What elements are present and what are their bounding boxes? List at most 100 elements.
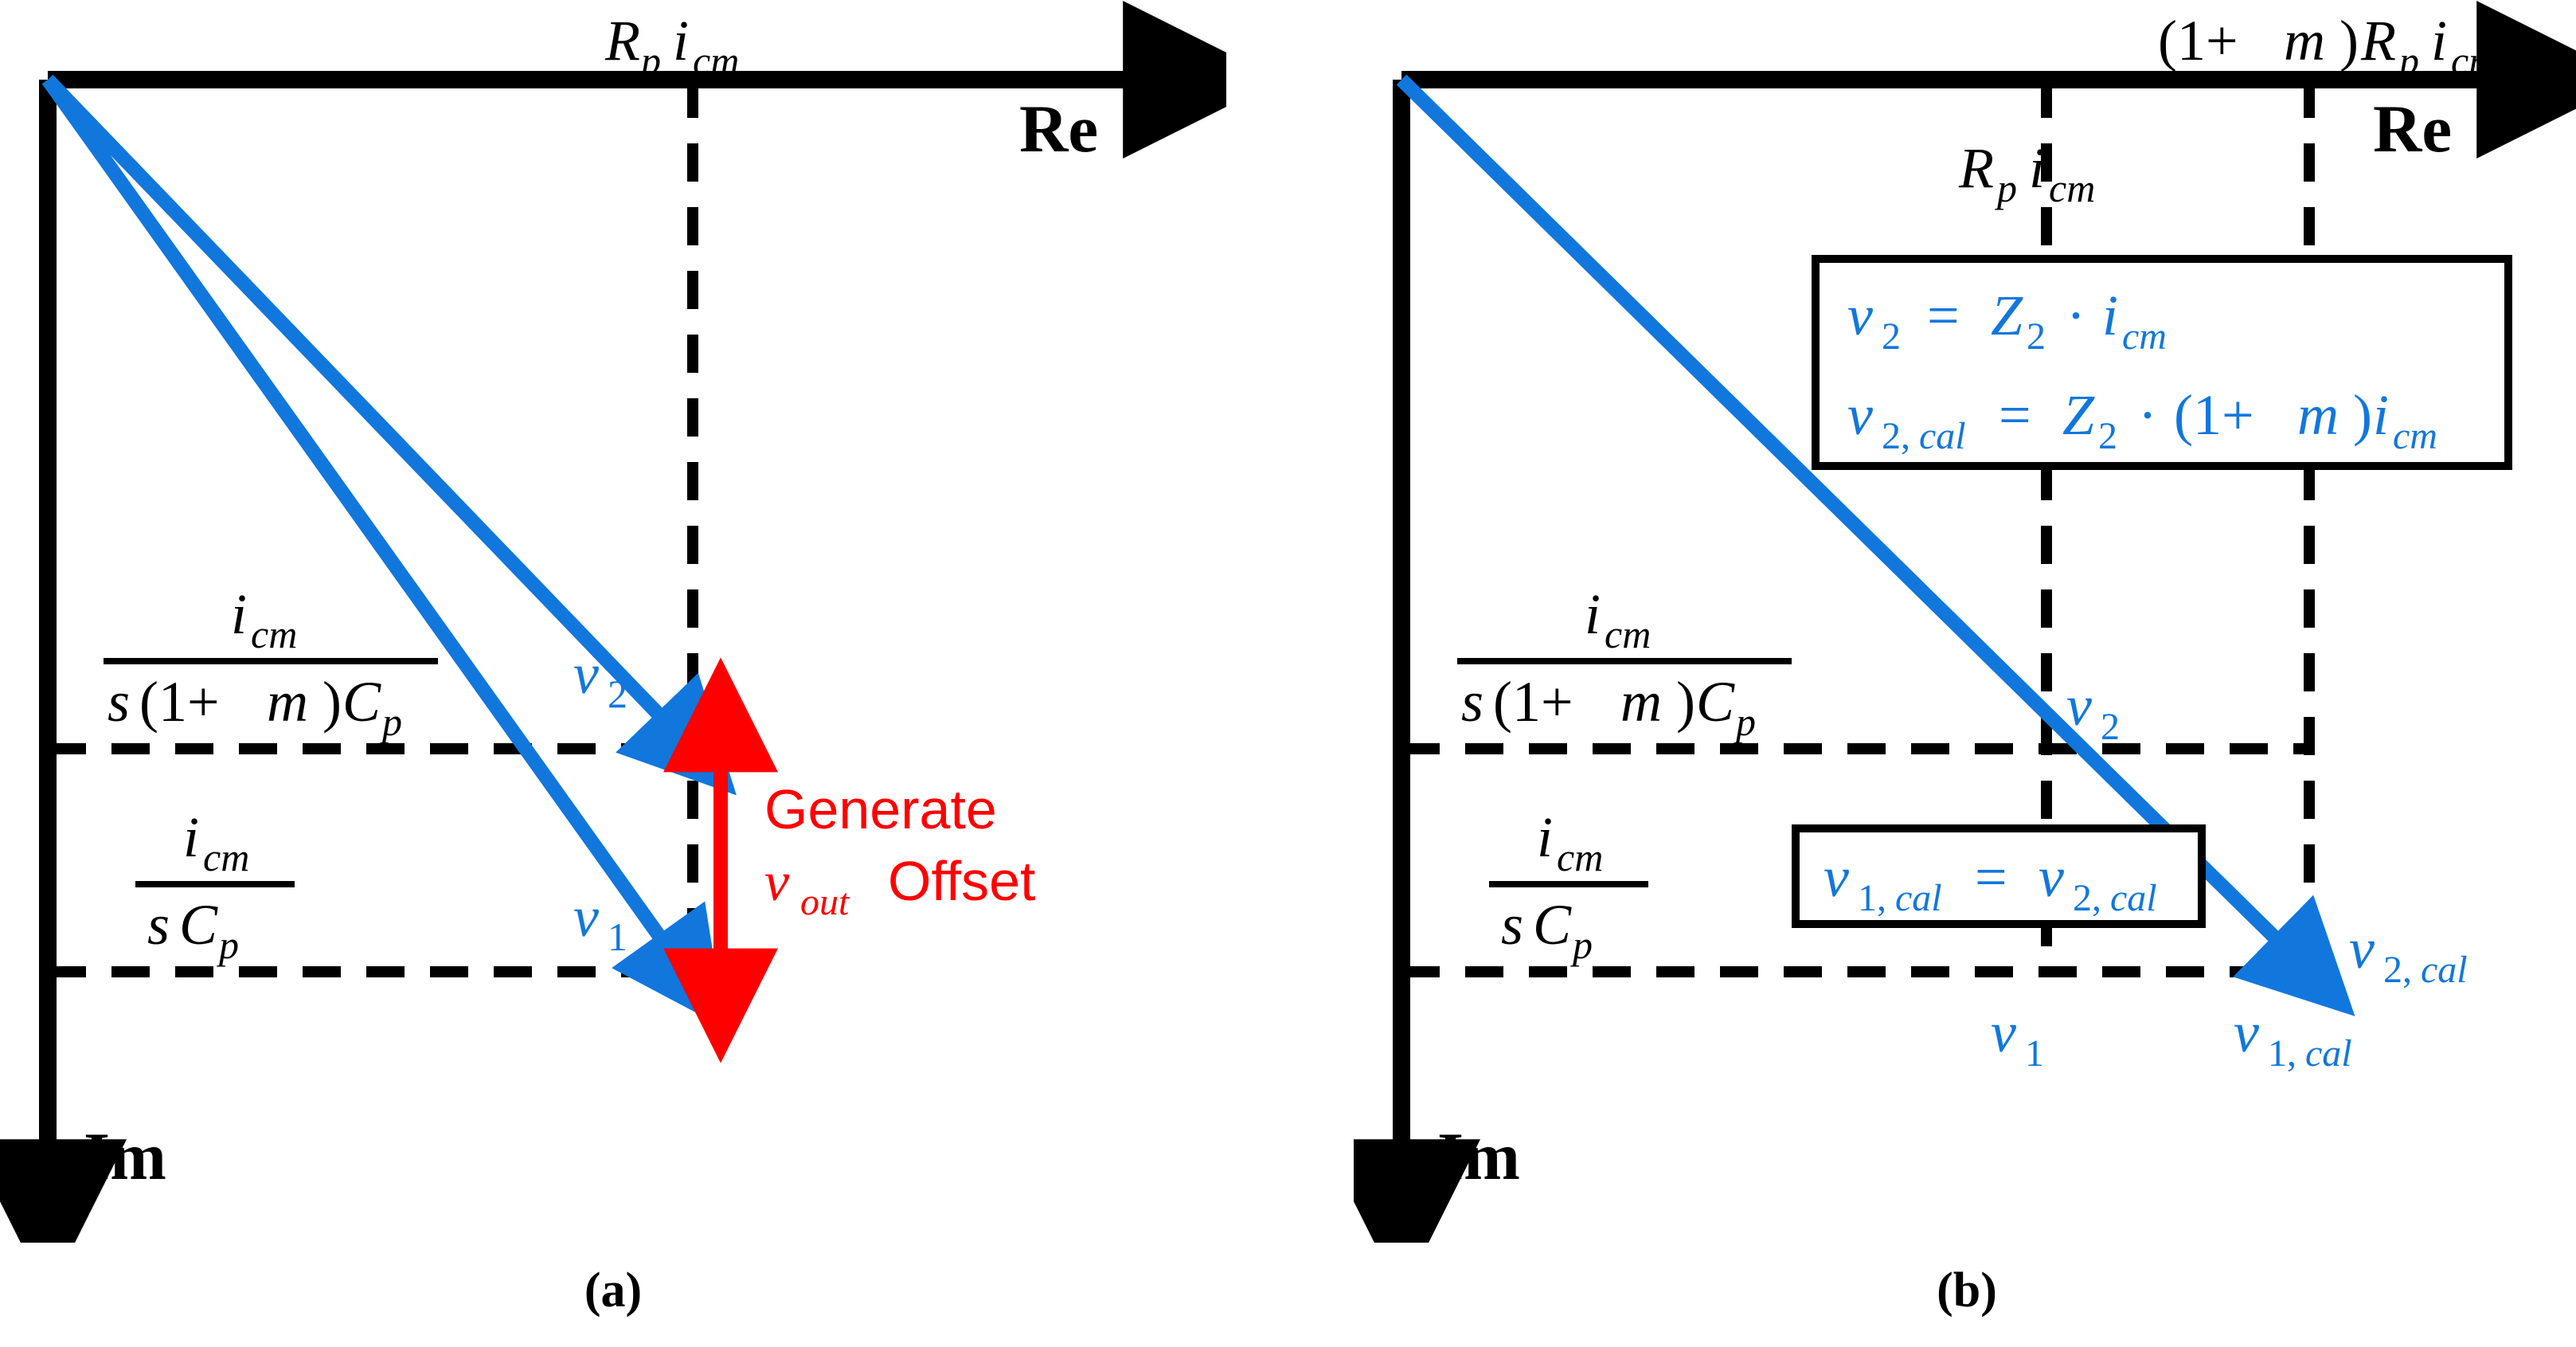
svg-text:): ) xyxy=(2340,9,2359,72)
v1-label: v 1 xyxy=(573,885,627,959)
svg-text:s: s xyxy=(1501,893,1523,957)
svg-text:=: = xyxy=(1999,383,2031,447)
vector-v2 xyxy=(48,80,665,721)
svg-text:p: p xyxy=(1995,166,2017,210)
svg-text:R: R xyxy=(2360,9,2396,72)
svg-text:cal: cal xyxy=(2305,1032,2352,1075)
svg-text:m: m xyxy=(2297,383,2339,447)
svg-text:cm: cm xyxy=(1605,612,1651,656)
svg-text:C: C xyxy=(342,670,381,734)
svg-text:Generate: Generate xyxy=(764,778,997,840)
svg-text:cm: cm xyxy=(693,38,739,83)
svg-text:v: v xyxy=(2066,674,2092,738)
svg-text:i: i xyxy=(231,582,247,646)
im-axis-label: Im xyxy=(1437,1119,1520,1194)
svg-text:p: p xyxy=(1734,699,1756,744)
svg-text:(1+: (1+ xyxy=(139,670,220,734)
svg-text:(1+: (1+ xyxy=(2158,9,2238,72)
svg-text:2: 2 xyxy=(2101,706,2120,748)
y-tick-lower: i cm s C p xyxy=(1489,805,1648,967)
svg-text:m: m xyxy=(1620,670,1662,734)
caption-a: (a) xyxy=(0,1263,1226,1319)
svg-text:2,: 2, xyxy=(2073,877,2101,919)
svg-text:i: i xyxy=(2102,284,2118,347)
svg-text:v: v xyxy=(2234,1000,2259,1064)
svg-text:p: p xyxy=(217,922,239,967)
svg-text:p: p xyxy=(639,38,661,83)
v1cal-label: v 1, cal xyxy=(2234,1000,2352,1075)
svg-text:i: i xyxy=(2431,9,2447,72)
top-tick-inner: R p i cm xyxy=(1958,136,2095,210)
svg-text:i: i xyxy=(2373,383,2389,447)
re-axis-label: Re xyxy=(2373,92,2452,166)
svg-text:2: 2 xyxy=(1882,315,1901,358)
svg-text:cm: cm xyxy=(2451,38,2497,83)
svg-text:v: v xyxy=(1991,1000,2016,1064)
svg-text:2: 2 xyxy=(608,672,627,716)
svg-text:cal: cal xyxy=(1919,415,1966,457)
svg-text:=: = xyxy=(1927,284,1960,347)
svg-text:s: s xyxy=(107,670,130,734)
y-tick-lower: i cm s C p xyxy=(135,805,295,967)
svg-text:p: p xyxy=(1570,922,1593,967)
svg-text:i: i xyxy=(1537,805,1553,869)
svg-text:cm: cm xyxy=(2049,166,2095,210)
svg-text:·: · xyxy=(2138,383,2157,447)
v2-label: v 2 xyxy=(2066,674,2120,748)
svg-text:v: v xyxy=(2039,845,2064,909)
panel-b: Re Im (1+ m ) R p i cm R p xyxy=(1354,0,2576,1347)
svg-text:2: 2 xyxy=(2027,315,2046,358)
svg-text:C: C xyxy=(179,893,218,957)
svg-text:m: m xyxy=(267,670,308,734)
v2cal-label: v 2, cal xyxy=(2349,917,2468,991)
svg-text:1,: 1, xyxy=(1858,877,1886,919)
svg-text:i: i xyxy=(673,9,689,72)
svg-text:cm: cm xyxy=(1557,835,1603,879)
svg-text:i: i xyxy=(2029,136,2045,200)
svg-text:R: R xyxy=(1958,136,1994,200)
y-tick-upper: i cm s (1+ m ) C p xyxy=(104,582,438,744)
svg-text:cm: cm xyxy=(2393,415,2437,457)
caption-b: (b) xyxy=(1354,1263,2576,1319)
svg-text:cal: cal xyxy=(1895,877,1942,919)
svg-text:1,: 1, xyxy=(2268,1032,2297,1075)
svg-text:2,: 2, xyxy=(2383,949,2412,991)
svg-text:v: v xyxy=(1847,383,1873,447)
panel-a: Re Im R p i cm i cm xyxy=(0,0,1226,1347)
svg-text:cal: cal xyxy=(2421,949,2468,991)
svg-text:1: 1 xyxy=(2025,1032,2044,1075)
svg-text:(1+: (1+ xyxy=(2174,383,2254,447)
svg-text:C: C xyxy=(1696,670,1735,734)
svg-text:1: 1 xyxy=(608,914,627,959)
svg-text:s: s xyxy=(147,893,170,957)
svg-text:Offset: Offset xyxy=(888,850,1035,912)
svg-text:p: p xyxy=(2397,38,2419,83)
offset-text: Generate v out Offset xyxy=(764,778,1035,923)
y-tick-upper: i cm s (1+ m ) C p xyxy=(1457,582,1792,744)
svg-text:s: s xyxy=(1461,670,1483,734)
svg-text:(1+: (1+ xyxy=(1493,670,1573,734)
svg-text:v: v xyxy=(573,642,599,706)
svg-text:v: v xyxy=(1847,284,1873,347)
svg-text:p: p xyxy=(380,699,402,744)
svg-text:v: v xyxy=(573,885,599,949)
svg-text:): ) xyxy=(2353,383,2372,447)
svg-text:m: m xyxy=(2284,9,2325,72)
im-axis-label: Im xyxy=(84,1119,166,1194)
svg-text:v: v xyxy=(764,852,790,913)
svg-text:·: · xyxy=(2066,284,2085,347)
svg-text:cm: cm xyxy=(203,835,249,879)
svg-text:R: R xyxy=(604,9,640,72)
svg-text:): ) xyxy=(322,670,342,734)
svg-text:cm: cm xyxy=(2122,315,2167,358)
svg-text:i: i xyxy=(1585,582,1601,646)
svg-text:v: v xyxy=(1824,845,1849,909)
svg-text:out: out xyxy=(800,881,850,923)
svg-text:): ) xyxy=(1676,670,1695,734)
svg-text:v: v xyxy=(2349,917,2375,981)
svg-text:Z: Z xyxy=(1991,284,2023,347)
svg-text:2,: 2, xyxy=(1882,415,1910,457)
svg-text:Z: Z xyxy=(2062,383,2095,447)
re-axis-label: Re xyxy=(1019,92,1098,166)
svg-text:=: = xyxy=(1975,845,2007,909)
